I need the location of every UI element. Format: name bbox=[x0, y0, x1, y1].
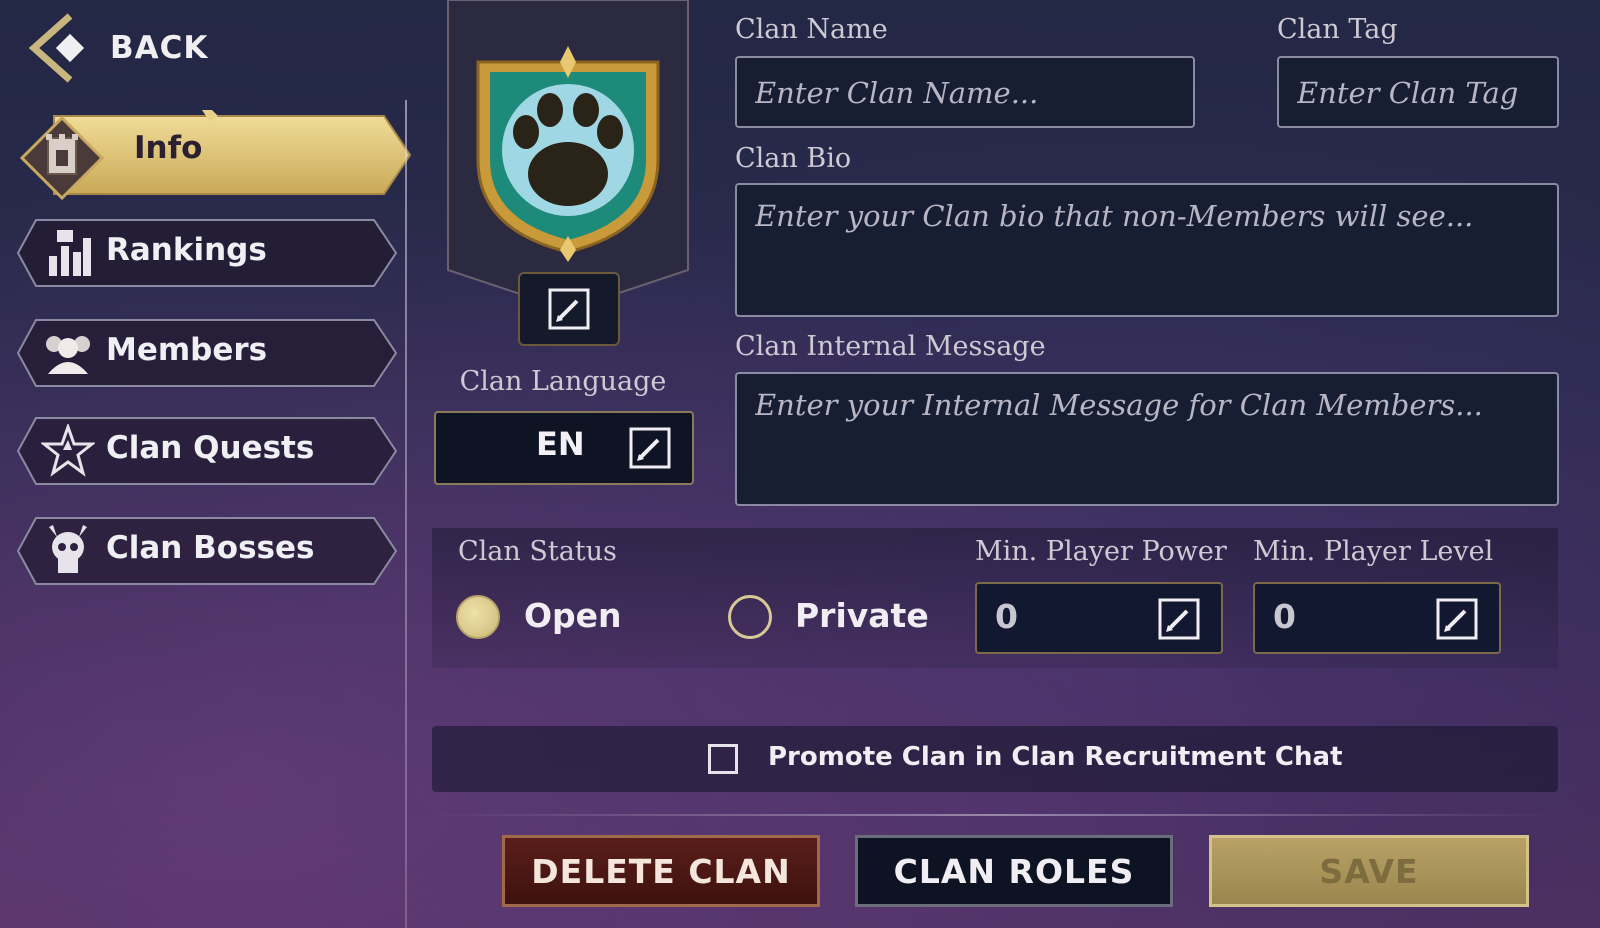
clan-tag-placeholder: Enter Clan Tag bbox=[1297, 76, 1519, 110]
sidebar-item-clan-bosses[interactable]: Clan Bosses bbox=[14, 512, 400, 590]
edit-icon bbox=[548, 288, 590, 330]
status-private-label: Private bbox=[795, 596, 929, 635]
clan-language-label: Clan Language bbox=[459, 366, 667, 397]
members-group-icon bbox=[40, 325, 96, 381]
sidebar-item-label: Rankings bbox=[106, 232, 267, 268]
rankings-chart-icon bbox=[40, 225, 96, 281]
status-open-radio[interactable] bbox=[456, 595, 500, 639]
min-player-power-label: Min. Player Power bbox=[975, 536, 1227, 567]
edit-icon bbox=[1158, 598, 1200, 640]
clan-bio-placeholder: Enter your Clan bio that non-Members wil… bbox=[755, 199, 1474, 233]
edit-icon bbox=[629, 427, 671, 469]
clan-language-selector[interactable]: EN bbox=[434, 411, 694, 485]
clan-internal-message-label: Clan Internal Message bbox=[735, 331, 1046, 362]
clan-internal-message-placeholder: Enter your Internal Message for Clan Mem… bbox=[755, 388, 1483, 422]
sidebar-item-label: Clan Bosses bbox=[106, 530, 315, 566]
sidebar-item-clan-quests[interactable]: Clan Quests bbox=[14, 412, 400, 490]
min-player-power-value: 0 bbox=[995, 597, 1018, 636]
edit-icon bbox=[1436, 598, 1478, 640]
star-icon bbox=[40, 423, 96, 479]
min-player-power-input[interactable]: 0 bbox=[975, 582, 1223, 654]
delete-clan-button[interactable]: DELETE CLAN bbox=[502, 835, 820, 907]
back-label: BACK bbox=[110, 30, 209, 66]
edit-emblem-button[interactable] bbox=[518, 272, 620, 346]
divider bbox=[432, 814, 1558, 816]
min-player-level-value: 0 bbox=[1273, 597, 1296, 636]
skull-icon bbox=[40, 523, 96, 579]
clan-bio-textarea[interactable]: Enter your Clan bio that non-Members wil… bbox=[735, 183, 1559, 317]
clan-name-input[interactable]: Enter Clan Name... bbox=[735, 56, 1195, 128]
status-open-label: Open bbox=[524, 596, 622, 635]
sidebar-item-info[interactable]: Info bbox=[14, 110, 412, 200]
clan-name-label: Clan Name bbox=[735, 14, 888, 45]
sidebar-item-label: Info bbox=[134, 130, 203, 166]
min-player-level-label: Min. Player Level bbox=[1253, 536, 1494, 567]
promote-checkbox[interactable] bbox=[708, 744, 738, 774]
clan-roles-button[interactable]: CLAN ROLES bbox=[855, 835, 1173, 907]
clan-bio-label: Clan Bio bbox=[735, 143, 852, 174]
back-button[interactable]: BACK bbox=[22, 12, 207, 84]
clan-language-value: EN bbox=[536, 425, 585, 463]
clan-tag-label: Clan Tag bbox=[1277, 14, 1398, 45]
sidebar-divider bbox=[405, 100, 407, 928]
sidebar-item-label: Clan Quests bbox=[106, 430, 315, 466]
clan-name-placeholder: Enter Clan Name... bbox=[755, 76, 1039, 110]
clan-tag-input[interactable]: Enter Clan Tag bbox=[1277, 56, 1559, 128]
promote-label: Promote Clan in Clan Recruitment Chat bbox=[768, 742, 1343, 772]
min-player-level-input[interactable]: 0 bbox=[1253, 582, 1501, 654]
castle-tower-icon bbox=[20, 116, 104, 200]
clan-status-label: Clan Status bbox=[458, 536, 617, 567]
back-chevron-icon bbox=[28, 13, 85, 83]
sidebar-item-rankings[interactable]: Rankings bbox=[14, 214, 400, 292]
sidebar-item-members[interactable]: Members bbox=[14, 314, 400, 392]
clan-internal-message-textarea[interactable]: Enter your Internal Message for Clan Mem… bbox=[735, 372, 1559, 506]
sidebar-item-label: Members bbox=[106, 332, 268, 368]
status-private-radio[interactable] bbox=[728, 595, 772, 639]
clan-emblem-banner bbox=[442, 0, 694, 318]
save-button[interactable]: SAVE bbox=[1209, 835, 1529, 907]
